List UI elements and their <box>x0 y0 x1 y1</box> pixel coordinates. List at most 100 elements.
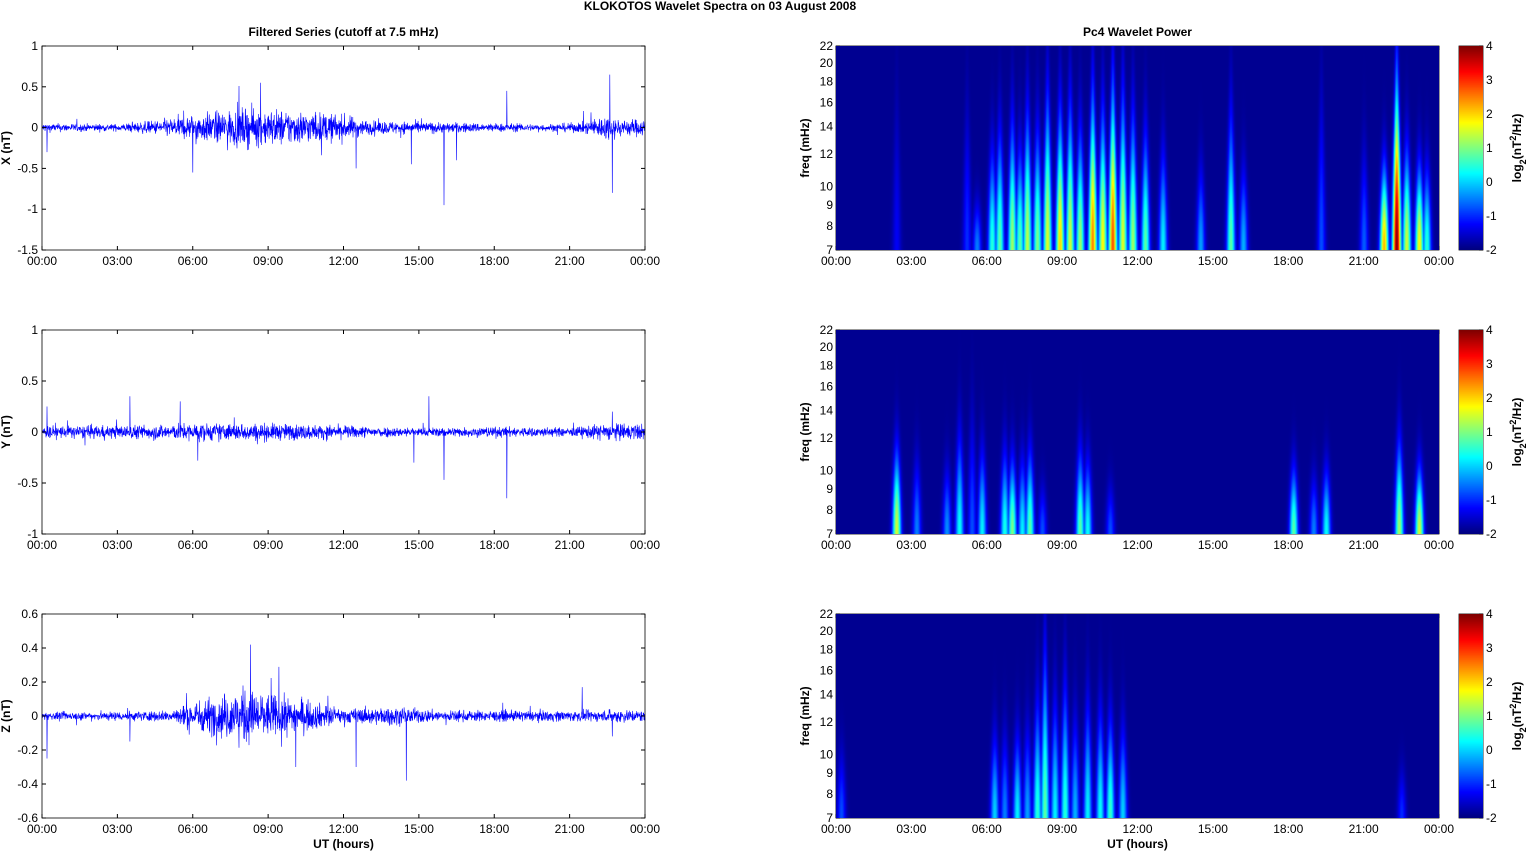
colorbar-tick-label: 1 <box>1486 709 1493 723</box>
x-tick-label: 03:00 <box>102 254 132 268</box>
y-axis-label: freq (mHz) <box>798 402 812 461</box>
y-tick-label: 0.5 <box>21 374 38 388</box>
colorbar-tick-label: 2 <box>1486 391 1493 405</box>
y-tick-label: 12 <box>820 431 834 445</box>
x-tick-label: 06:00 <box>178 254 208 268</box>
y-tick-label: 14 <box>820 120 834 134</box>
y-tick-label: 9 <box>826 766 833 780</box>
y-axis-label: freq (mHz) <box>798 686 812 745</box>
axes-box <box>41 45 646 251</box>
x-tick-label: 18:00 <box>479 822 509 836</box>
x-tick-label: 00:00 <box>27 538 57 552</box>
x-tick-label: 00:00 <box>27 254 57 268</box>
y-tick-label: 1 <box>31 323 38 337</box>
x-tick-label: 06:00 <box>178 822 208 836</box>
x-tick-label: 06:00 <box>972 822 1002 836</box>
x-tick-label: 00:00 <box>630 254 660 268</box>
wavelet-power-heatmap <box>836 614 1439 818</box>
y-tick-label: 18 <box>820 643 834 657</box>
signal-line <box>41 644 646 781</box>
x-tick-label: 00:00 <box>1424 538 1454 552</box>
x-tick-label: 12:00 <box>1122 538 1152 552</box>
y-tick-label: 16 <box>820 664 834 678</box>
y-tick-label: 0.5 <box>21 80 38 94</box>
colorbar-tick-label: 0 <box>1486 175 1493 189</box>
x-tick-label: 09:00 <box>1047 822 1077 836</box>
x-tick-label: 12:00 <box>1122 254 1152 268</box>
x-tick-label: 00:00 <box>821 538 851 552</box>
x-tick-label: 09:00 <box>253 822 283 836</box>
y-tick-label: 22 <box>820 39 834 53</box>
wavelet-power-heatmap <box>836 46 1439 250</box>
colorbar-tick-label: 3 <box>1486 641 1493 655</box>
y-axis-label: Z (nT) <box>0 699 13 732</box>
colorbar-tick-label: -1 <box>1486 777 1497 791</box>
x-tick-label: 15:00 <box>404 822 434 836</box>
x-tick-label: 00:00 <box>1424 822 1454 836</box>
x-tick-label: 03:00 <box>102 538 132 552</box>
colorbar <box>1459 614 1483 818</box>
y-tick-label: -0.2 <box>17 743 38 757</box>
colorbar-tick-label: 3 <box>1486 73 1493 87</box>
x-axis-label: UT (hours) <box>1107 837 1168 851</box>
x-tick-label: 06:00 <box>972 254 1002 268</box>
y-tick-label: 12 <box>820 715 834 729</box>
x-tick-label: 18:00 <box>1273 538 1303 552</box>
colorbar-label: log2(nT2/Hz) <box>1508 114 1526 183</box>
x-tick-label: 21:00 <box>1349 538 1379 552</box>
colorbar-tick-label: 2 <box>1486 675 1493 689</box>
x-tick-label: 18:00 <box>479 538 509 552</box>
x-tick-label: 03:00 <box>896 538 926 552</box>
y-tick-label: 10 <box>820 179 834 193</box>
colorbar <box>1459 330 1483 534</box>
x-tick-label: 00:00 <box>27 822 57 836</box>
figure: KLOKOTOS Wavelet Spectra on 03 August 20… <box>0 0 1526 851</box>
colorbar <box>1459 46 1483 250</box>
timeseries-panel-y: 10.50-0.5-1Y (nT)00:00 03:00 06:00 09:00 12:… <box>0 323 660 552</box>
x-tick-label: 00:00 <box>630 822 660 836</box>
y-tick-label: 0.6 <box>21 607 38 621</box>
x-tick-label: 18:00 <box>1273 822 1303 836</box>
y-tick-label: 1 <box>31 39 38 53</box>
y-tick-label: 20 <box>820 340 834 354</box>
x-tick-label: 09:00 <box>1047 538 1077 552</box>
x-tick-label: 09:00 <box>1047 254 1077 268</box>
y-tick-label: 10 <box>820 463 834 477</box>
y-tick-label: -1 <box>27 202 38 216</box>
colorbar-tick-label: -1 <box>1486 209 1497 223</box>
x-tick-label: 15:00 <box>1198 254 1228 268</box>
y-tick-label: 22 <box>820 323 834 337</box>
x-tick-label: 15:00 <box>404 538 434 552</box>
colorbar-tick-label: 0 <box>1486 459 1493 473</box>
x-tick-label: 09:00 <box>253 254 283 268</box>
y-tick-label: -0.4 <box>17 777 38 791</box>
x-tick-label: 00:00 <box>821 254 851 268</box>
x-tick-label: 06:00 <box>972 538 1002 552</box>
y-tick-label: 20 <box>820 56 834 70</box>
y-tick-label: 9 <box>826 482 833 496</box>
x-tick-label: 15:00 <box>1198 822 1228 836</box>
x-tick-label: 18:00 <box>479 254 509 268</box>
y-tick-label: 16 <box>820 380 834 394</box>
colorbar-tick-label: 0 <box>1486 743 1493 757</box>
signal-line <box>41 396 646 499</box>
colorbar-tick-label: -2 <box>1486 811 1497 825</box>
signal-line <box>41 74 646 206</box>
x-tick-label: 12:00 <box>328 538 358 552</box>
colorbar-tick-label: 4 <box>1486 323 1493 337</box>
colorbar-tick-label: 1 <box>1486 141 1493 155</box>
colorbar-label: log2(nT2/Hz) <box>1508 398 1526 467</box>
x-tick-label: 00:00 <box>1424 254 1454 268</box>
x-tick-label: 03:00 <box>102 822 132 836</box>
y-axis-label: Y (nT) <box>0 415 13 449</box>
x-tick-label: 12:00 <box>1122 822 1152 836</box>
y-tick-label: 18 <box>820 75 834 89</box>
wavelet-power-heatmap <box>836 330 1439 534</box>
colorbar-tick-label: 4 <box>1486 607 1493 621</box>
x-tick-label: 21:00 <box>555 254 585 268</box>
y-tick-label: -0.5 <box>17 161 38 175</box>
x-tick-label: 21:00 <box>1349 822 1379 836</box>
y-tick-label: 14 <box>820 404 834 418</box>
timeseries-panel-x: 10.50-0.5-1-1.5X (nT)00:00 03:00 06:00 09:0… <box>0 25 660 268</box>
x-tick-label: 00:00 <box>630 538 660 552</box>
